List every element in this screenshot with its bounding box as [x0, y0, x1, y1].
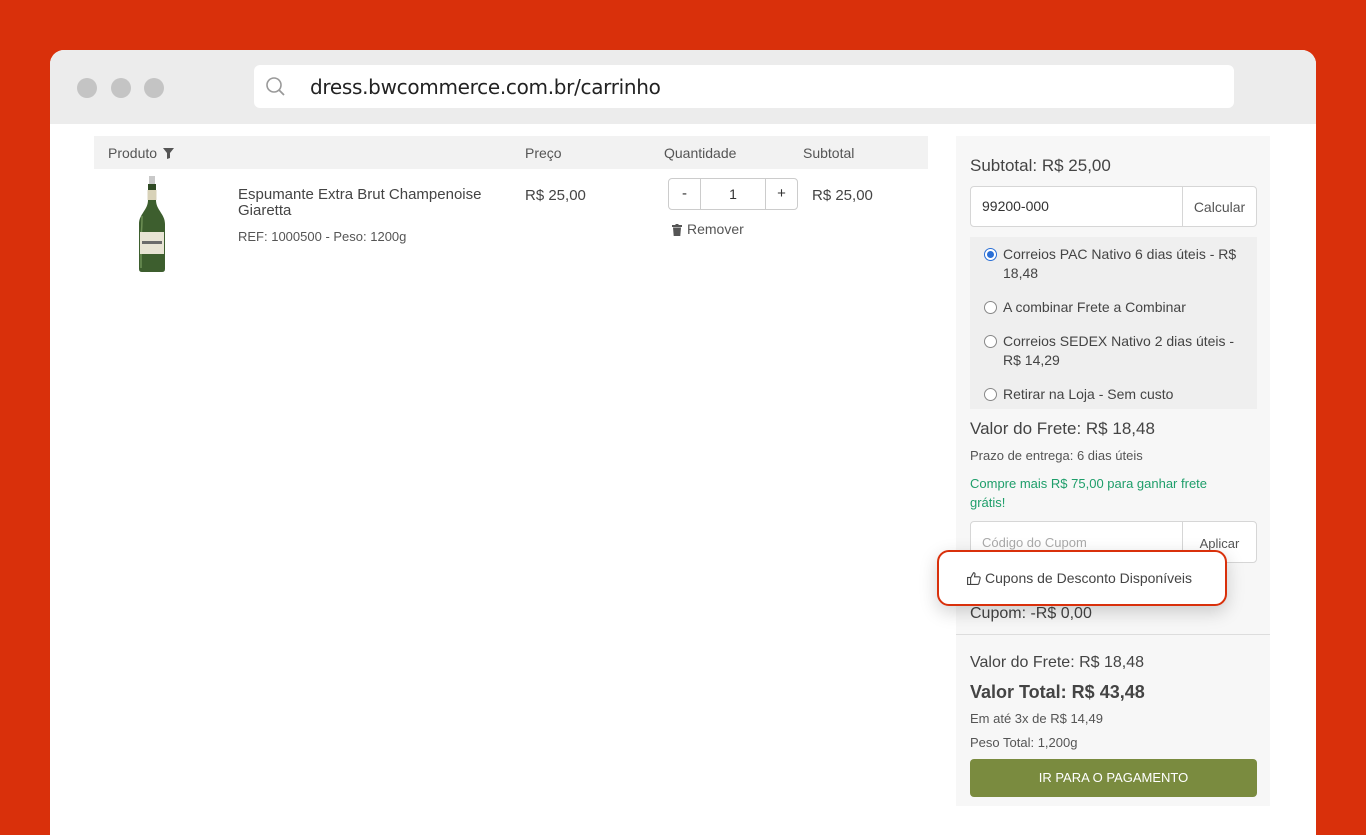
- shipping-value: Valor do Frete: R$ 18,48: [970, 419, 1155, 438]
- browser-titlebar: dress.bwcommerce.com.br/carrinho: [50, 50, 1316, 124]
- shipping-option-sedex[interactable]: Correios SEDEX Nativo 2 dias úteis - R$ …: [984, 332, 1244, 370]
- shipping-option-label: A combinar Frete a Combinar: [1003, 299, 1186, 315]
- radio-loja[interactable]: [984, 388, 997, 401]
- coupon-value: Cupom: -R$ 0,00: [970, 605, 1092, 622]
- available-coupons-label: Cupons de Desconto Disponíveis: [985, 570, 1193, 586]
- product-ref: REF: 1000500 - Peso: 1200g: [238, 229, 407, 244]
- shipping-option-pac[interactable]: Correios PAC Nativo 6 dias úteis - R$ 18…: [984, 245, 1244, 283]
- product-name[interactable]: Espumante Extra Brut Champenoise Giarett…: [238, 187, 518, 219]
- filter-icon[interactable]: [163, 148, 175, 159]
- window-maximize-dot[interactable]: [144, 78, 164, 98]
- header-quantidade: Quantidade: [664, 145, 737, 161]
- quantity-stepper: - 1 +: [668, 178, 798, 210]
- product-image[interactable]: [136, 176, 168, 272]
- header-produto-label: Produto: [108, 145, 158, 161]
- page-content: Produto Preço Quantidade Subtotal Espuma…: [50, 124, 1316, 835]
- header-preco: Preço: [525, 145, 562, 161]
- remove-label: Remover: [687, 221, 744, 237]
- header-subtotal: Subtotal: [803, 145, 855, 161]
- address-bar[interactable]: dress.bwcommerce.com.br/carrinho: [254, 65, 1234, 108]
- radio-combinar[interactable]: [984, 301, 997, 314]
- qty-input[interactable]: 1: [700, 179, 766, 209]
- header-produto[interactable]: Produto: [108, 145, 175, 161]
- order-total: Valor Total: R$ 43,48: [970, 682, 1145, 702]
- url-text: dress.bwcommerce.com.br/carrinho: [310, 75, 661, 99]
- cep-group: 99200-000 Calcular: [970, 186, 1257, 227]
- shipping-option-combinar[interactable]: A combinar Frete a Combinar: [984, 298, 1244, 317]
- go-to-payment-button[interactable]: IR PARA O PAGAMENTO: [970, 759, 1257, 797]
- shipping-option-label: Correios PAC Nativo 6 dias úteis - R$ 18…: [1003, 246, 1237, 281]
- available-coupons-button[interactable]: Cupons de Desconto Disponíveis: [937, 550, 1227, 606]
- radio-sedex[interactable]: [984, 335, 997, 348]
- total-weight: Peso Total: 1,200g: [970, 735, 1078, 750]
- search-icon: [266, 77, 285, 96]
- cep-input[interactable]: 99200-000: [971, 187, 1182, 226]
- shipping-options: Correios PAC Nativo 6 dias úteis - R$ 18…: [970, 237, 1257, 409]
- summary-subtotal: Subtotal: R$ 25,00: [970, 156, 1111, 175]
- browser-window: dress.bwcommerce.com.br/carrinho Produto…: [50, 50, 1316, 835]
- delivery-time: Prazo de entrega: 6 dias úteis: [970, 448, 1143, 463]
- qty-decrease-button[interactable]: -: [669, 179, 700, 209]
- order-summary: Subtotal: R$ 25,00 99200-000 Calcular Co…: [956, 136, 1270, 806]
- product-price: R$ 25,00: [525, 187, 586, 204]
- trash-icon: [672, 224, 682, 236]
- shipping-option-loja[interactable]: Retirar na Loja - Sem custo: [984, 385, 1244, 404]
- cart-table-header: Produto Preço Quantidade Subtotal: [94, 136, 928, 169]
- divider: [956, 634, 1270, 635]
- thumbs-up-icon: [967, 572, 981, 585]
- shipping-value-total: Valor do Frete: R$ 18,48: [970, 654, 1145, 671]
- remove-button[interactable]: Remover: [672, 221, 744, 237]
- free-shipping-promo: Compre mais R$ 75,00 para ganhar frete g…: [970, 476, 1208, 510]
- shipping-option-label: Retirar na Loja - Sem custo: [1003, 386, 1174, 402]
- calculate-button[interactable]: Calcular: [1182, 187, 1256, 226]
- installments: Em até 3x de R$ 14,49: [970, 711, 1103, 726]
- product-subtotal: R$ 25,00: [812, 187, 873, 204]
- qty-increase-button[interactable]: +: [766, 179, 797, 209]
- window-close-dot[interactable]: [77, 78, 97, 98]
- available-coupons-content: Cupons de Desconto Disponíveis: [967, 570, 1192, 586]
- radio-pac[interactable]: [984, 248, 997, 261]
- window-minimize-dot[interactable]: [111, 78, 131, 98]
- shipping-option-label: Correios SEDEX Nativo 2 dias úteis - R$ …: [1003, 333, 1235, 368]
